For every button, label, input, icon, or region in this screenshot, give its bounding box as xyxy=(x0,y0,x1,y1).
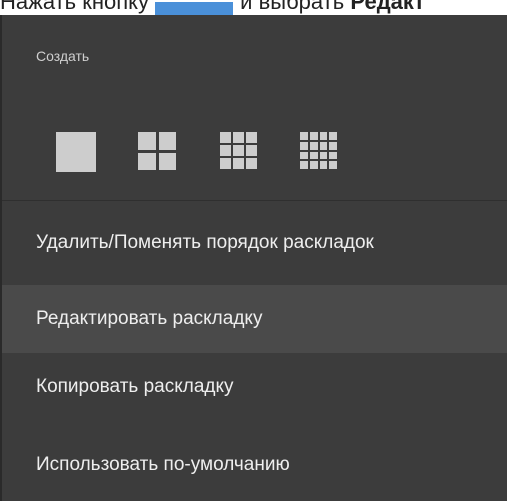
instruction-bold-target: Редакт xyxy=(350,0,425,14)
layout-4x4-icon[interactable] xyxy=(300,132,337,169)
layout-1x1-icon[interactable] xyxy=(56,132,96,172)
menu-divider xyxy=(2,200,507,201)
menu-item-copy-layout[interactable]: Копировать раскладку xyxy=(2,353,507,421)
menu-item-set-default[interactable]: Использовать по-умолчанию xyxy=(2,431,507,499)
layout-menu: Создать Удалить/Поменять порядок расклад… xyxy=(0,15,507,501)
instruction-prefix: Нажать кнопку xyxy=(0,0,150,14)
layout-3x3-icon[interactable] xyxy=(220,132,257,169)
menu-item-edit-layout[interactable]: Редактировать раскладку xyxy=(2,285,507,353)
section-create-title: Создать xyxy=(36,48,90,64)
menu-button-image xyxy=(155,2,234,16)
menu-item-delete-reorder[interactable]: Удалить/Поменять порядок раскладок xyxy=(2,209,507,277)
instruction-middle: и выбрать xyxy=(240,0,345,14)
layout-2x2-icon[interactable] xyxy=(138,132,176,170)
